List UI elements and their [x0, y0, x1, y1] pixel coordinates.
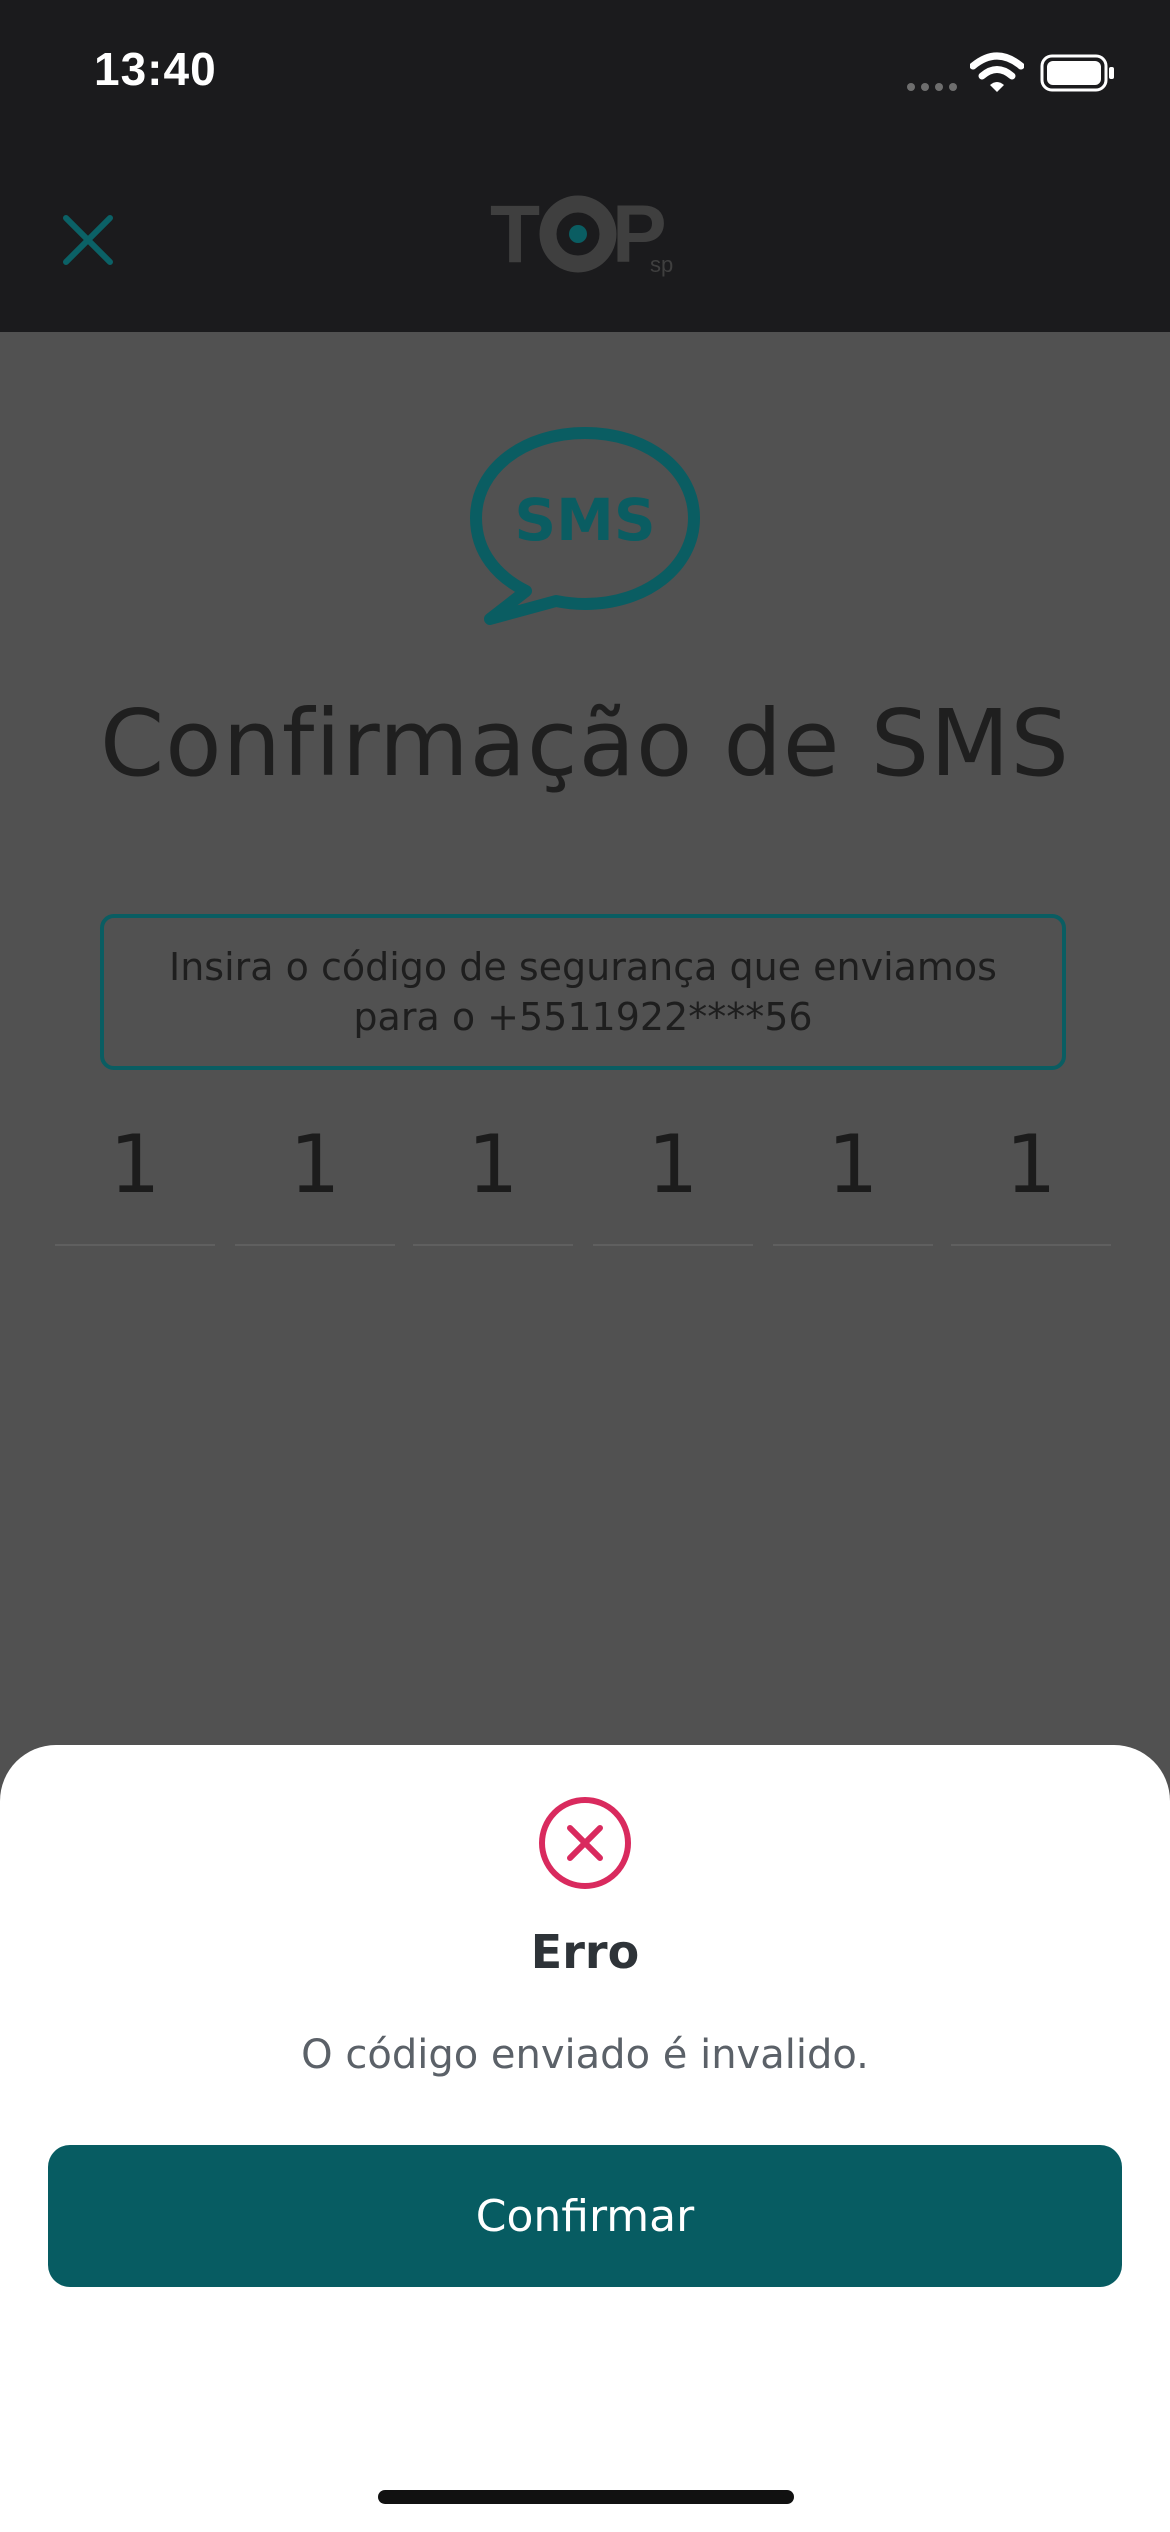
verification-code-row: 1 1 1 1 1 1	[55, 1110, 1115, 1246]
page-title: Confirmação de SMS	[100, 690, 1070, 797]
top-sp-logo: T P sp	[490, 192, 673, 280]
instruction-box: Insira o código de segurança que enviamo…	[100, 914, 1066, 1070]
close-icon[interactable]	[58, 210, 118, 270]
status-bar: 13:40	[0, 0, 1170, 140]
cellular-signal-icon	[907, 83, 957, 91]
instruction-text: Insira o código de segurança que enviamo…	[169, 945, 997, 1039]
code-digit-input[interactable]: 1	[413, 1110, 573, 1246]
sms-bubble-icon: SMS	[470, 427, 700, 625]
svg-text:T: T	[490, 192, 540, 280]
code-digit-input[interactable]: 1	[773, 1110, 933, 1246]
error-circle-x-icon	[539, 1797, 631, 1889]
code-digit-input[interactable]: 1	[593, 1110, 753, 1246]
dialog-message: O código enviado é invalido.	[301, 2032, 869, 2078]
svg-text:sp: sp	[650, 252, 673, 277]
code-digit-input[interactable]: 1	[951, 1110, 1111, 1246]
wifi-icon	[970, 52, 1024, 92]
confirm-button[interactable]: Confirmar	[48, 2145, 1122, 2287]
code-digit-input[interactable]: 1	[235, 1110, 395, 1246]
status-time: 13:40	[94, 43, 217, 95]
battery-icon	[1040, 54, 1114, 92]
dialog-title: Erro	[530, 1925, 640, 1979]
code-digit-input[interactable]: 1	[55, 1110, 215, 1246]
svg-text:SMS: SMS	[514, 486, 655, 554]
home-indicator[interactable]	[378, 2490, 794, 2504]
confirm-button-label: Confirmar	[475, 2190, 695, 2242]
